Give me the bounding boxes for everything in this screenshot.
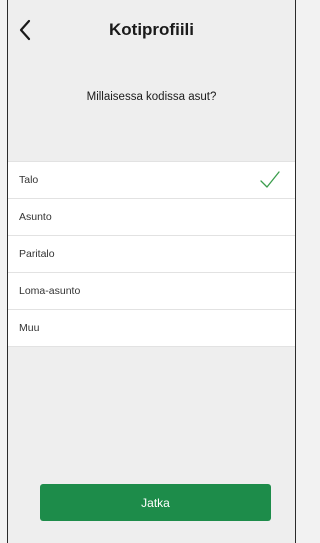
screen: Kotiprofiili Millaisessa kodissa asut? T… [7,0,296,543]
question-text: Millaisessa kodissa asut? [86,91,217,103]
continue-label: Jatka [141,495,170,510]
home-type-list: Talo Asunto Paritalo Loma-asunto Muu [8,161,295,347]
option-label: Paritalo [19,248,55,260]
option-muu[interactable]: Muu [8,310,295,346]
header: Kotiprofiili [8,0,295,60]
option-asunto[interactable]: Asunto [8,199,295,236]
option-label: Talo [19,174,39,186]
option-paritalo[interactable]: Paritalo [8,236,295,273]
option-talo[interactable]: Talo [8,162,295,199]
option-label: Muu [19,322,40,334]
option-label: Asunto [19,211,52,223]
option-loma-asunto[interactable]: Loma-asunto [8,273,295,310]
option-label: Loma-asunto [19,285,81,297]
continue-button[interactable]: Jatka [40,484,271,521]
checkmark-icon [260,171,280,188]
page-title: Kotiprofiili [109,20,194,39]
